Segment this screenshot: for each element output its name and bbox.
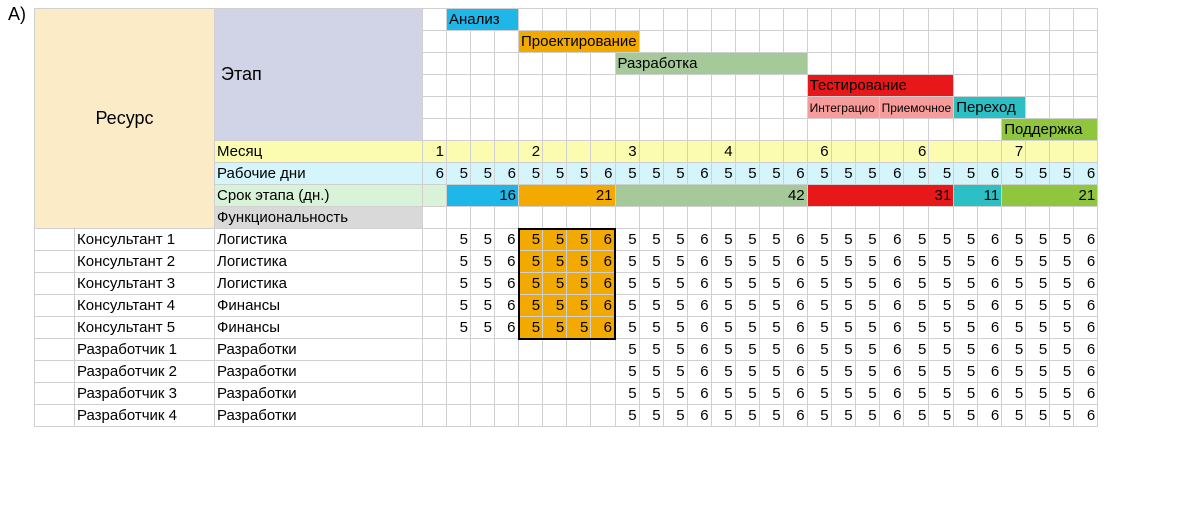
person-name: Разработчик 3 — [75, 383, 215, 405]
person-name: Консультант 5 — [75, 317, 215, 339]
phase-support: Поддержка — [1002, 119, 1098, 141]
person-name: Разработчик 4 — [75, 405, 215, 427]
person-func: Логистика — [215, 229, 423, 251]
person-func: Разработки — [215, 405, 423, 427]
person-func: Разработки — [215, 383, 423, 405]
person-func: Логистика — [215, 251, 423, 273]
phase-transition: Переход — [954, 97, 1026, 119]
person-name: Разработчик 1 — [75, 339, 215, 361]
person-func: Финансы — [215, 295, 423, 317]
phase-testing: Тестирование — [807, 75, 954, 97]
person-name: Консультант 1 — [75, 229, 215, 251]
resource-header: Ресурс — [35, 9, 215, 229]
person-name: Разработчик 2 — [75, 361, 215, 383]
phase-testing-sub2: Приемочное — [879, 97, 954, 119]
person-func: Финансы — [215, 317, 423, 339]
person-name: Консультант 3 — [75, 273, 215, 295]
phase-testing-sub1: Интеграцио — [807, 97, 879, 119]
row-workdays-label: Рабочие дни — [215, 163, 423, 185]
person-func: Разработки — [215, 361, 423, 383]
phase-design: Проектирование — [519, 31, 640, 53]
phase-analysis: Анализ — [447, 9, 519, 31]
row-stagedur-label: Срок этапа (дн.) — [215, 185, 423, 207]
row-month-label: Месяц — [215, 141, 423, 163]
phase-development: Разработка — [615, 53, 807, 75]
person-name: Консультант 4 — [75, 295, 215, 317]
plan-table: РесурсЭтап АнализПроектированиеРазработка… — [34, 8, 1098, 427]
person-func: Логистика — [215, 273, 423, 295]
row-functionality-label: Функциональность — [215, 207, 423, 229]
panel-marker: A) — [8, 4, 26, 25]
person-func: Разработки — [215, 339, 423, 361]
stage-header: Этап — [215, 9, 423, 141]
person-name: Консультант 2 — [75, 251, 215, 273]
